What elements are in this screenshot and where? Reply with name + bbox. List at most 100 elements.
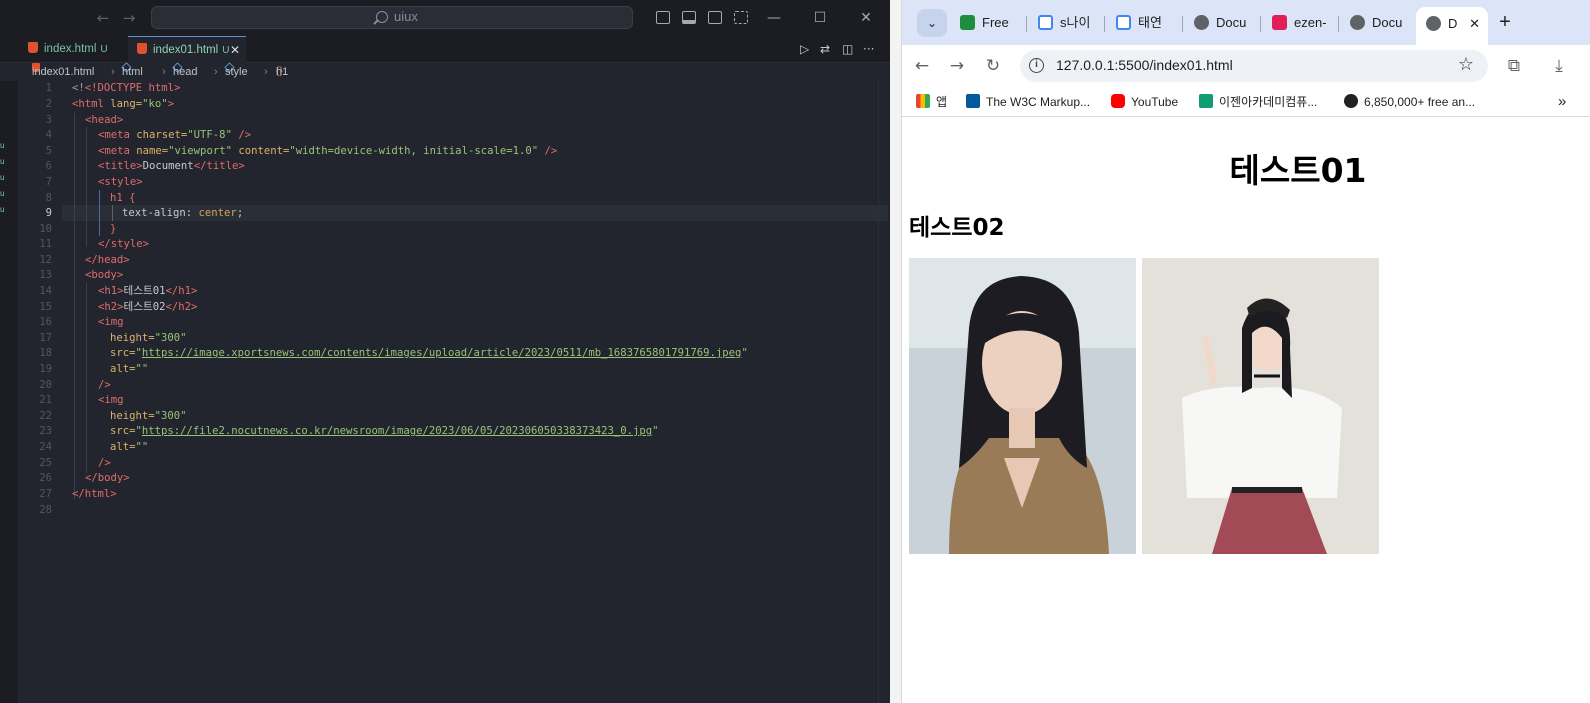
code-line-17[interactable]: height="300" bbox=[110, 330, 187, 346]
code-line-4[interactable]: <meta charset="UTF-8" /> bbox=[98, 127, 251, 143]
line-number: 4 bbox=[45, 129, 52, 141]
git-status-marker: u bbox=[0, 205, 5, 214]
code-line-16[interactable]: <img bbox=[98, 314, 124, 330]
code-line-5[interactable]: <meta name="viewport" content="width=dev… bbox=[98, 143, 557, 159]
more-bookmarks-icon[interactable]: » bbox=[1558, 92, 1566, 112]
code-line-6[interactable]: <title>Document</title> bbox=[98, 158, 245, 174]
compare-changes-icon[interactable]: ⇄ bbox=[820, 36, 830, 63]
new-tab-button[interactable]: + bbox=[1492, 8, 1518, 36]
apps-grid-icon bbox=[916, 94, 930, 108]
chrome-tab[interactable]: ezen- bbox=[1264, 8, 1336, 38]
chrome-tab[interactable]: Docu bbox=[1342, 8, 1414, 38]
extensions-icon[interactable]: ⧉ bbox=[1502, 54, 1526, 78]
bookmark-free-icons[interactable]: 6,850,000+ free an... bbox=[1344, 92, 1475, 112]
line-number: 2 bbox=[45, 98, 52, 110]
tab-separator bbox=[1260, 16, 1261, 32]
line-number: 9 bbox=[45, 207, 52, 219]
download-icon[interactable]: ⤓ bbox=[1547, 54, 1571, 78]
toggle-primary-sidebar-icon[interactable] bbox=[656, 11, 670, 24]
tag: <html bbox=[72, 98, 104, 110]
close-window-button[interactable]: ✕ bbox=[846, 6, 886, 30]
bookmark-w3c[interactable]: The W3C Markup... bbox=[966, 92, 1090, 112]
slack-icon bbox=[1272, 15, 1287, 30]
code-line-23[interactable]: src= "https://file2.nocutnews.co.kr/newsr… bbox=[110, 423, 659, 439]
line-number: 20 bbox=[39, 379, 52, 391]
forward-icon[interactable]: → bbox=[945, 54, 969, 78]
attr: charset= bbox=[129, 129, 188, 141]
line-number: 17 bbox=[39, 332, 52, 344]
tab-index-html[interactable]: index.html U bbox=[22, 36, 126, 63]
code-line-20[interactable]: /> bbox=[98, 377, 111, 393]
tab-search-button[interactable]: ⌄ bbox=[917, 9, 947, 37]
text: Document bbox=[142, 160, 194, 172]
untracked-badge: U bbox=[100, 44, 108, 55]
code-line-11[interactable]: </style> bbox=[98, 236, 149, 252]
code-line-24[interactable]: alt="" bbox=[110, 439, 148, 455]
code-line-18[interactable]: src= "https://image.xportsnews.com/conten… bbox=[110, 345, 748, 361]
code-line-21[interactable]: <img bbox=[98, 392, 124, 408]
code-line-27[interactable]: </html> bbox=[72, 486, 117, 502]
bookmark-star-icon[interactable]: ☆ bbox=[1458, 54, 1474, 75]
tab-index01-html[interactable]: index01.html U ✕ bbox=[128, 36, 246, 63]
code-line-2[interactable]: <html lang="ko"> bbox=[72, 96, 174, 112]
bookmark-ezen[interactable]: 이젠아카데미컴퓨... bbox=[1199, 92, 1317, 112]
editor-tabs: index.html U index01.html U ✕ bbox=[0, 36, 890, 63]
bookmark-youtube[interactable]: YouTube bbox=[1111, 92, 1178, 112]
code-line-7[interactable]: <style> bbox=[98, 174, 143, 190]
split-editor-icon[interactable]: ◫ bbox=[842, 36, 853, 63]
doctype: <!DOCTYPE html> bbox=[84, 82, 181, 94]
tab-separator bbox=[1182, 16, 1183, 32]
brace: } bbox=[110, 223, 117, 235]
google-icon bbox=[1038, 15, 1053, 30]
toggle-secondary-sidebar-icon[interactable] bbox=[708, 11, 722, 24]
maximize-button[interactable]: ☐ bbox=[800, 6, 840, 30]
more-actions-icon[interactable]: ··· bbox=[863, 36, 874, 63]
reload-icon[interactable]: ↻ bbox=[981, 54, 1005, 78]
code-line-10[interactable]: } bbox=[110, 221, 116, 237]
code-line-13[interactable]: <body> bbox=[85, 267, 123, 283]
back-arrow-icon[interactable]: ← bbox=[94, 9, 112, 27]
command-center-search[interactable]: uiux bbox=[151, 6, 633, 29]
chrome-tab[interactable]: Docu bbox=[1186, 8, 1258, 38]
image-url-link[interactable]: https://file2.nocutnews.co.kr/newsroom/i… bbox=[142, 425, 652, 437]
code-line-14[interactable]: <h1>테스트01</h1> bbox=[98, 283, 197, 299]
string: " bbox=[741, 347, 748, 359]
chrome-tabstrip: ⌄ Free s나이 태연 Docu ezen- Docu D ✕ + bbox=[902, 0, 1590, 45]
close-tab-icon[interactable]: ✕ bbox=[230, 37, 240, 64]
tab-label: index01.html bbox=[153, 44, 219, 56]
site-info-icon[interactable]: i bbox=[1029, 58, 1044, 73]
code-line-25[interactable]: /> bbox=[98, 455, 111, 471]
address-bar[interactable]: i 127.0.0.1:5500/index01.html ☆ bbox=[1020, 50, 1488, 82]
forward-arrow-icon[interactable]: → bbox=[120, 9, 138, 27]
customize-layout-icon[interactable] bbox=[734, 11, 748, 24]
code-line-12[interactable]: </head> bbox=[85, 252, 130, 268]
minimap-divider bbox=[878, 81, 879, 703]
code-line-9[interactable]: text-align: center; bbox=[122, 205, 243, 221]
line-number: 24 bbox=[39, 441, 52, 453]
toggle-panel-icon[interactable] bbox=[682, 11, 696, 24]
run-icon[interactable]: ▷ bbox=[800, 36, 809, 63]
bookmark-apps[interactable]: 앱 bbox=[916, 92, 947, 112]
back-icon[interactable]: ← bbox=[910, 54, 934, 78]
chrome-tab-active[interactable]: D ✕ bbox=[1416, 7, 1488, 45]
code-line-22[interactable]: height="300" bbox=[110, 408, 187, 424]
chrome-tab[interactable]: Free bbox=[952, 8, 1024, 38]
tag: /> bbox=[538, 145, 558, 157]
tag: > bbox=[167, 98, 175, 110]
minimize-button[interactable]: — bbox=[754, 6, 794, 30]
line-number: 8 bbox=[45, 192, 52, 204]
code-line-19[interactable]: alt="" bbox=[110, 361, 148, 377]
line-number: 1 bbox=[45, 82, 52, 94]
code-line-3[interactable]: <head> bbox=[85, 112, 123, 128]
chrome-tab[interactable]: s나이 bbox=[1030, 8, 1102, 38]
chrome-window: ⌄ Free s나이 태연 Docu ezen- Docu D ✕ + ← → ↻… bbox=[890, 0, 1590, 703]
breadcrumb-file-label: index01.html bbox=[32, 66, 95, 78]
code-line-26[interactable]: </body> bbox=[85, 470, 130, 486]
image-url-link[interactable]: https://image.xportsnews.com/contents/im… bbox=[142, 347, 742, 359]
ezen-icon bbox=[1199, 94, 1213, 108]
code-line-8[interactable]: h1 { bbox=[110, 190, 136, 206]
chrome-tab[interactable]: 태연 bbox=[1108, 8, 1180, 38]
code-line-1[interactable]: <!<!DOCTYPE html> bbox=[72, 80, 180, 96]
close-tab-icon[interactable]: ✕ bbox=[1469, 7, 1480, 41]
code-line-15[interactable]: <h2>테스트02</h2> bbox=[98, 299, 197, 315]
